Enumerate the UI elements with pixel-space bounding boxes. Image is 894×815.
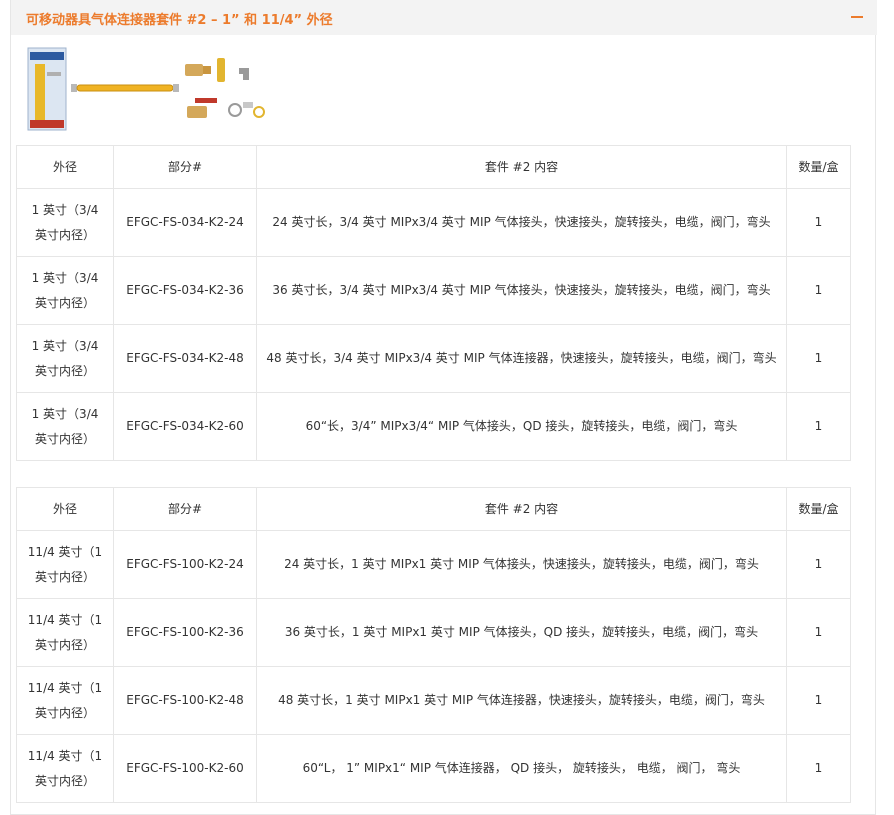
cell-contents: 60“L， 1” MIPx1“ MIP 气体连接器， QD 接头， 旋转接头， … xyxy=(256,734,787,803)
cell-part: EFGC-FS-100-K2-60 xyxy=(113,734,257,803)
cell-part: EFGC-FS-034-K2-24 xyxy=(113,188,257,257)
spec-table-1: 外径 部分# 套件 #2 内容 数量/盒 1 英寸（3/4 英寸内径） EFGC… xyxy=(16,145,851,461)
cell-part: EFGC-FS-100-K2-24 xyxy=(113,530,257,599)
table-row: 1 英寸（3/4 英寸内径） EFGC-FS-034-K2-48 48 英寸长，… xyxy=(16,324,851,393)
header-part: 部分# xyxy=(113,487,257,531)
cell-part: EFGC-FS-100-K2-48 xyxy=(113,666,257,735)
header-contents: 套件 #2 内容 xyxy=(256,487,787,531)
table-row: 1 英寸（3/4 英寸内径） EFGC-FS-034-K2-60 60“长，3/… xyxy=(16,392,851,461)
gas-connector-kit-image xyxy=(27,47,265,131)
cell-od: 11/4 英寸（1 英寸内径） xyxy=(16,666,114,735)
cell-od: 1 英寸（3/4 英寸内径） xyxy=(16,392,114,461)
cell-od: 11/4 英寸（1 英寸内径） xyxy=(16,734,114,803)
table-row: 1 英寸（3/4 英寸内径） EFGC-FS-034-K2-36 36 英寸长，… xyxy=(16,256,851,325)
cell-od: 11/4 英寸（1 英寸内径） xyxy=(16,530,114,599)
cell-qty: 1 xyxy=(786,324,851,393)
cell-od: 1 英寸（3/4 英寸内径） xyxy=(16,324,114,393)
header-qty: 数量/盒 xyxy=(786,145,851,189)
cell-contents: 60“长，3/4” MIPx3/4“ MIP 气体接头，QD 接头，旋转接头，电… xyxy=(256,392,787,461)
cell-part: EFGC-FS-034-K2-36 xyxy=(113,256,257,325)
cell-qty: 1 xyxy=(786,256,851,325)
header-od: 外径 xyxy=(16,145,114,189)
cell-od: 1 英寸（3/4 英寸内径） xyxy=(16,256,114,325)
table-header-row: 外径 部分# 套件 #2 内容 数量/盒 xyxy=(16,487,851,531)
cell-part: EFGC-FS-034-K2-48 xyxy=(113,324,257,393)
cell-qty: 1 xyxy=(786,392,851,461)
minus-icon[interactable] xyxy=(849,8,865,26)
cell-contents: 48 英寸长，3/4 英寸 MIPx3/4 英寸 MIP 气体连接器，快速接头，… xyxy=(256,324,787,393)
table-row: 11/4 英寸（1 英寸内径） EFGC-FS-100-K2-60 60“L， … xyxy=(16,734,851,803)
cell-qty: 1 xyxy=(786,734,851,803)
cell-qty: 1 xyxy=(786,666,851,735)
spec-table-2: 外径 部分# 套件 #2 内容 数量/盒 11/4 英寸（1 英寸内径） EFG… xyxy=(16,487,851,803)
table-header-row: 外径 部分# 套件 #2 内容 数量/盒 xyxy=(16,145,851,189)
cell-qty: 1 xyxy=(786,598,851,667)
header-od: 外径 xyxy=(16,487,114,531)
panel-title[interactable]: 可移动器具气体连接器套件 #2 – 1” 和 11/4” 外径 xyxy=(26,9,333,28)
cell-contents: 24 英寸长，3/4 英寸 MIPx3/4 英寸 MIP 气体接头，快速接头，旋… xyxy=(256,188,787,257)
header-qty: 数量/盒 xyxy=(786,487,851,531)
cell-od: 11/4 英寸（1 英寸内径） xyxy=(16,598,114,667)
cell-contents: 36 英寸长，3/4 英寸 MIPx3/4 英寸 MIP 气体接头，快速接头，旋… xyxy=(256,256,787,325)
cell-part: EFGC-FS-034-K2-60 xyxy=(113,392,257,461)
cell-contents: 24 英寸长，1 英寸 MIPx1 英寸 MIP 气体接头，快速接头，旋转接头，… xyxy=(256,530,787,599)
table-row: 1 英寸（3/4 英寸内径） EFGC-FS-034-K2-24 24 英寸长，… xyxy=(16,188,851,257)
accordion-header[interactable]: 可移动器具气体连接器套件 #2 – 1” 和 11/4” 外径 xyxy=(11,0,877,35)
header-contents: 套件 #2 内容 xyxy=(256,145,787,189)
cell-contents: 36 英寸长，1 英寸 MIPx1 英寸 MIP 气体接头，QD 接头，旋转接头… xyxy=(256,598,787,667)
cell-qty: 1 xyxy=(786,530,851,599)
cell-od: 1 英寸（3/4 英寸内径） xyxy=(16,188,114,257)
table-row: 11/4 英寸（1 英寸内径） EFGC-FS-100-K2-36 36 英寸长… xyxy=(16,598,851,667)
table-row: 11/4 英寸（1 英寸内径） EFGC-FS-100-K2-24 24 英寸长… xyxy=(16,530,851,599)
table-row: 11/4 英寸（1 英寸内径） EFGC-FS-100-K2-48 48 英寸长… xyxy=(16,666,851,735)
cell-qty: 1 xyxy=(786,188,851,257)
cell-contents: 48 英寸长，1 英寸 MIPx1 英寸 MIP 气体连接器，快速接头，旋转接头… xyxy=(256,666,787,735)
header-part: 部分# xyxy=(113,145,257,189)
cell-part: EFGC-FS-100-K2-36 xyxy=(113,598,257,667)
